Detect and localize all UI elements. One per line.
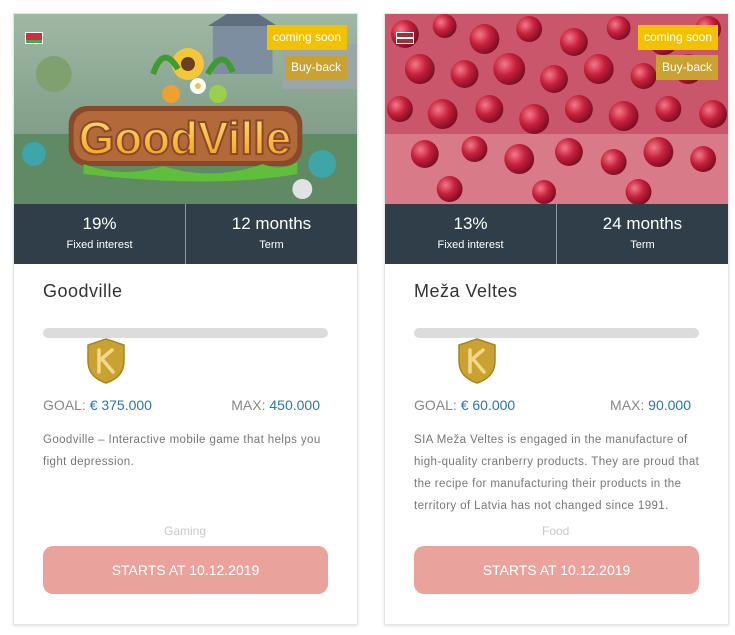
k-shield-icon	[458, 338, 496, 384]
goal-label: GOAL:	[414, 397, 457, 413]
category-label: Food	[542, 524, 570, 538]
loan-card-goodville[interactable]: GoodVille coming soon Buy-back 19% Fixed…	[13, 13, 358, 625]
term-value: 24 months	[602, 214, 683, 233]
fixed-interest-stat: 13% Fixed interest	[385, 204, 556, 264]
goal: GOAL: € 60.000	[414, 397, 515, 413]
goal-amount: € 375.000	[89, 397, 152, 413]
term-label: Term	[630, 239, 655, 251]
loan-terms-bar: 13% Fixed interest 24 months Term	[385, 204, 728, 264]
project-description: SIA Meža Veltes is engaged in the manufa…	[414, 434, 700, 512]
coming-soon-badge[interactable]: coming soon	[637, 25, 718, 50]
goal-amount: € 60.000	[460, 397, 516, 413]
project-description: Goodville – Interactive mobile game that…	[43, 434, 321, 468]
card-body: Meža Veltes GOAL: € 60.000 MAX: 90.000 S…	[385, 264, 728, 626]
interest-label: Fixed interest	[437, 239, 504, 251]
interest-value: 19%	[82, 214, 117, 233]
max: MAX: 450.000	[231, 397, 320, 413]
project-title[interactable]: Meža Veltes	[414, 264, 699, 320]
goal: GOAL: € 375.000	[43, 397, 152, 413]
max-amount: 450.000	[269, 397, 320, 413]
starts-at-button[interactable]: STARTS AT 10.12.2019	[43, 546, 328, 594]
goal-max-row: GOAL: € 375.000 MAX: 450.000	[43, 397, 320, 413]
term-stat: 12 months Term	[185, 204, 357, 264]
goal-max-row: GOAL: € 60.000 MAX: 90.000	[414, 397, 691, 413]
project-image[interactable]: coming soon Buy-back	[385, 14, 728, 204]
project-image[interactable]: GoodVille coming soon Buy-back	[14, 14, 357, 204]
loan-card-meza-veltes[interactable]: coming soon Buy-back 13% Fixed interest …	[384, 13, 729, 625]
max-label: MAX:	[231, 397, 266, 413]
max: MAX: 90.000	[610, 397, 691, 413]
project-title[interactable]: Goodville	[43, 264, 328, 320]
card-body: Goodville GOAL: € 375.000 MAX: 450.000 G…	[14, 264, 357, 626]
interest-value: 13%	[453, 214, 488, 233]
term-value: 12 months	[231, 214, 312, 233]
coming-soon-badge[interactable]: coming soon	[266, 25, 347, 50]
category-label: Gaming	[164, 524, 207, 538]
buy-back-badge[interactable]: Buy-back	[284, 55, 347, 80]
belarus-flag-icon	[25, 32, 43, 44]
loan-terms-bar: 19% Fixed interest 12 months Term	[14, 204, 357, 264]
k-shield-icon	[87, 338, 125, 384]
goal-label: GOAL:	[43, 397, 86, 413]
term-label: Term	[259, 239, 284, 251]
goodville-logo-text: GoodVille	[79, 112, 292, 164]
interest-label: Fixed interest	[66, 239, 133, 251]
term-stat: 24 months Term	[556, 204, 728, 264]
fixed-interest-stat: 19% Fixed interest	[14, 204, 185, 264]
starts-at-button[interactable]: STARTS AT 10.12.2019	[414, 546, 699, 594]
max-label: MAX:	[610, 397, 645, 413]
buy-back-badge[interactable]: Buy-back	[655, 55, 718, 80]
max-amount: 90.000	[648, 397, 691, 413]
latvia-flag-icon	[396, 32, 414, 44]
